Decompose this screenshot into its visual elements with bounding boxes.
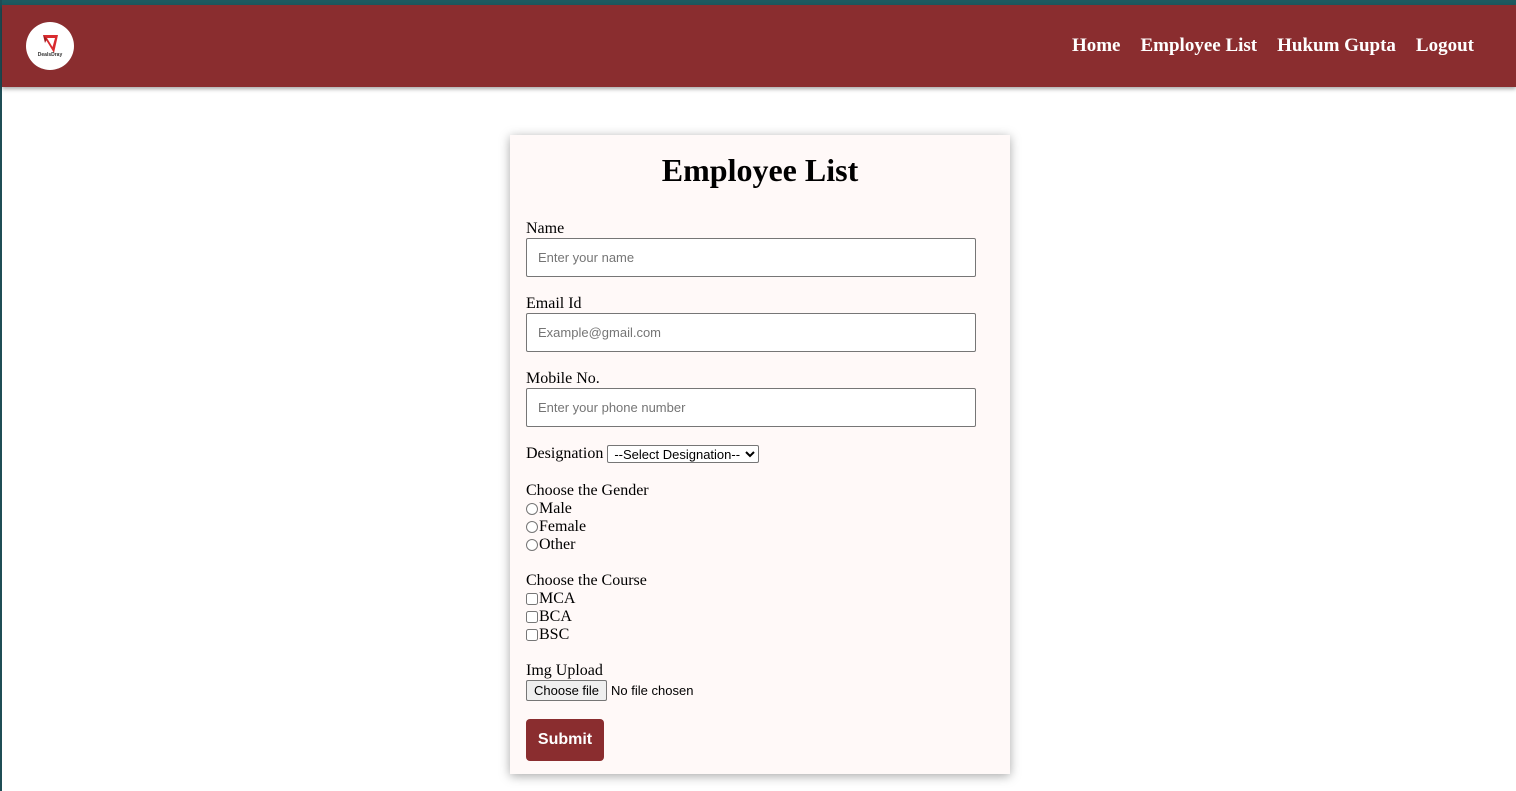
gender-option-male: Male [526, 500, 649, 518]
gender-group: Choose the Gender Male Female Other [526, 482, 649, 554]
course-option-mca: MCA [526, 590, 647, 608]
brand-logo-text: DealsDray [37, 52, 63, 58]
course-option-bsc: BSC [526, 626, 647, 644]
course-option-label: BSC [539, 626, 570, 643]
nav-user-name-link[interactable]: Hukum Gupta [1277, 34, 1396, 58]
gender-option-label: Other [539, 536, 576, 553]
designation-row: Designation --Select Designation-- [526, 445, 760, 463]
course-group: Choose the Course MCA BCA BSC [526, 572, 647, 644]
navbar: DealsDray Home Employee List Hukum Gupta… [2, 5, 1516, 87]
mobile-input[interactable] [526, 388, 976, 427]
course-label: Choose the Course [526, 572, 647, 589]
nav-logout-link[interactable]: Logout [1416, 34, 1474, 58]
file-upload-row: Choose file No file chosen [526, 680, 693, 701]
file-status-text: No file chosen [611, 683, 694, 698]
designation-select[interactable]: --Select Designation-- [607, 445, 760, 463]
gender-option-female: Female [526, 518, 649, 536]
course-checkbox-mca[interactable] [526, 593, 538, 605]
nav-employee-list-link[interactable]: Employee List [1140, 34, 1257, 58]
employee-form-card: Employee List Name Email Id Mobile No. D… [510, 135, 1010, 774]
nav-links: Home Employee List Hukum Gupta Logout [1072, 34, 1474, 58]
nav-home-link[interactable]: Home [1072, 34, 1121, 58]
name-label: Name [526, 220, 565, 237]
page: DealsDray Home Employee List Hukum Gupta… [0, 0, 1516, 791]
gender-radio-male[interactable] [526, 503, 538, 515]
gender-option-label: Male [539, 500, 572, 517]
gender-radio-other[interactable] [526, 539, 538, 551]
form-title: Employee List [661, 152, 859, 188]
brand-logo[interactable]: DealsDray [26, 22, 74, 70]
course-checkbox-bsc[interactable] [526, 629, 538, 641]
course-checkbox-bca[interactable] [526, 611, 538, 623]
submit-button[interactable]: Submit [526, 719, 604, 761]
course-option-label: BCA [539, 608, 572, 625]
brand-logo-icon [43, 35, 58, 53]
name-input[interactable] [526, 238, 976, 277]
course-option-bca: BCA [526, 608, 647, 626]
course-option-label: MCA [539, 590, 576, 607]
gender-option-label: Female [539, 518, 587, 535]
mobile-label: Mobile No. [526, 370, 600, 387]
designation-label: Designation [526, 445, 604, 462]
gender-radio-female[interactable] [526, 521, 538, 533]
email-label: Email Id [526, 295, 582, 312]
choose-file-button[interactable]: Choose file [526, 680, 608, 701]
email-input[interactable] [526, 313, 976, 352]
upload-label: Img Upload [526, 662, 603, 679]
gender-option-other: Other [526, 536, 649, 554]
gender-label: Choose the Gender [526, 482, 649, 499]
